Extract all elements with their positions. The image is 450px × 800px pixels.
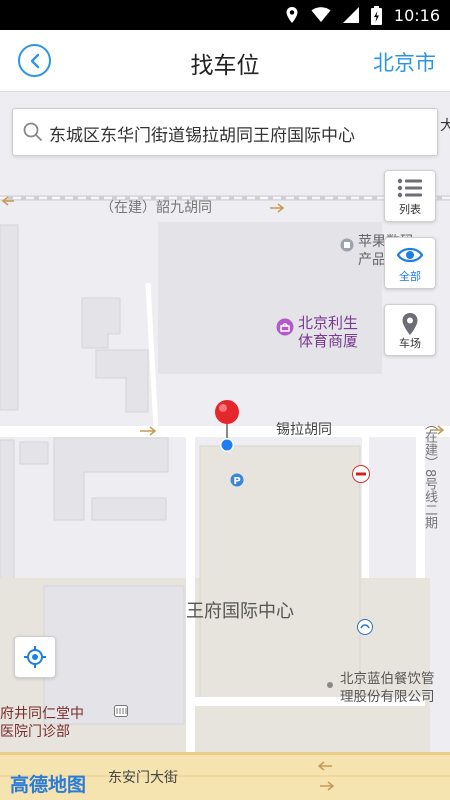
search-bar[interactable]: 东城区东华门街道锡拉胡同王府国际中心 [12, 108, 438, 156]
label-donganmen: 东安门大街 [108, 770, 178, 786]
poi-dot-icon [327, 682, 333, 688]
label-da: 大 [440, 118, 450, 134]
label-lanbo-2: 理股份有限公司 [340, 689, 435, 705]
parking-p-icon: P [230, 473, 244, 487]
subway-entrance-icon [114, 705, 128, 717]
list-icon [397, 178, 422, 198]
status-icons: 10:16 [285, 0, 440, 30]
search-input[interactable]: 东城区东华门街道锡拉胡同王府国际中心 [49, 121, 355, 146]
status-time: 10:16 [393, 5, 440, 25]
label-apple-2: 产品 [358, 252, 386, 268]
telecom-icon [357, 619, 373, 635]
label-xila-hutong: 锡拉胡同 [276, 422, 332, 438]
app: 10:16 找车位 北京市 P 大 （在建）韶九胡同 产品 北京利生 体育商厦 … [0, 0, 450, 800]
search-icon [23, 122, 42, 141]
list-button[interactable]: 列表 [384, 170, 436, 222]
all-filter-label: 全部 [399, 270, 421, 283]
status-bar: 10:16 [0, 0, 450, 30]
restaurant-icon [352, 465, 370, 483]
svg-text:P: P [233, 476, 240, 487]
battery-icon [370, 5, 382, 25]
map-pin-icon [402, 313, 418, 335]
label-tongren-2: 医院门诊部 [0, 724, 70, 740]
parking-lot-label: 车场 [399, 337, 421, 350]
city-selector[interactable]: 北京市 [373, 47, 436, 77]
app-header: 找车位 北京市 [0, 30, 450, 92]
amap-logo: 高德地图 [10, 774, 87, 796]
shopping-icon [276, 318, 294, 336]
wifi-icon [311, 7, 331, 22]
location-icon [286, 7, 298, 23]
locate-me-button[interactable] [14, 636, 56, 678]
label-sports-2: 体育商厦 [298, 332, 359, 350]
label-lanbo-1: 北京蓝伯餐饮管 [340, 671, 435, 687]
apple-store-icon [340, 238, 354, 252]
parking-lot-button[interactable]: 车场 [384, 304, 436, 356]
label-tongren-1: 府井同仁堂中 [0, 706, 84, 722]
map-view[interactable]: P 港湾 大 （在建）韶九胡同 苹果数码 产品 北京利生 体育商厦 锡拉胡同 [0, 93, 450, 800]
signal-icon [342, 7, 359, 23]
label-wangfu: 王府国际中心 [186, 601, 294, 622]
location-pin-icon[interactable] [212, 398, 242, 454]
label-line8: （在建）8号线二期 [422, 417, 437, 530]
eye-icon [397, 247, 423, 263]
crosshair-icon [24, 646, 46, 668]
list-button-label: 列表 [399, 203, 421, 216]
label-shaojiu: （在建）韶九胡同 [100, 200, 212, 216]
all-filter-button[interactable]: 全部 [384, 237, 436, 289]
